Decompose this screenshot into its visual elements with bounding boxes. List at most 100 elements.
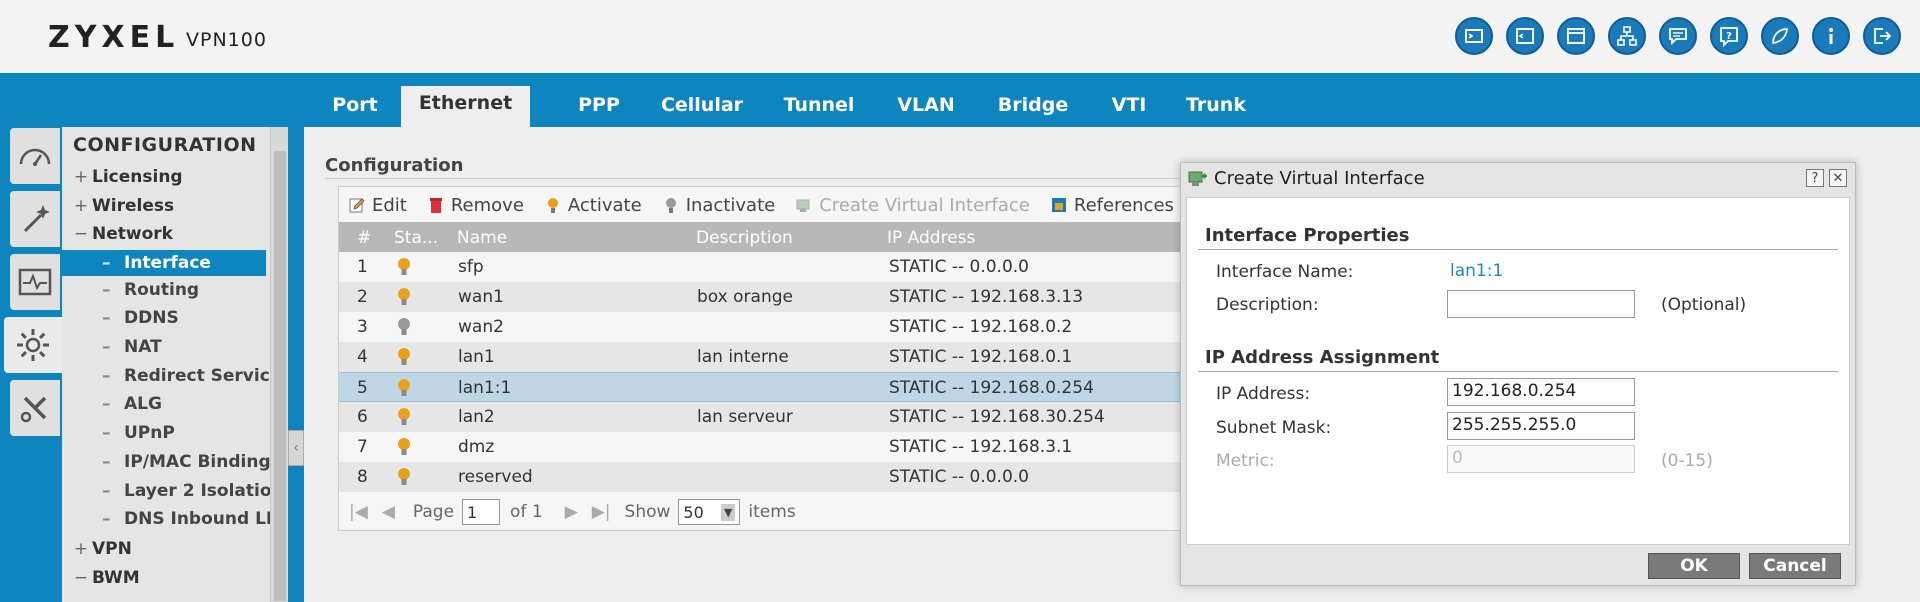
ip-address-label: IP Address: xyxy=(1216,384,1311,404)
section-divider xyxy=(1198,371,1838,372)
table-row[interactable]: 2 wan1 box orange STATIC -- 192.168.3.13 xyxy=(339,282,1188,312)
first-page-icon[interactable]: |◀ xyxy=(349,502,368,522)
metric-field[interactable]: 0 xyxy=(1447,445,1635,473)
bulb-off-icon xyxy=(398,318,410,335)
section-title: Configuration xyxy=(325,155,464,176)
tab-ppp[interactable]: PPP xyxy=(578,90,620,127)
section-divider xyxy=(325,178,1185,179)
chat-icon[interactable] xyxy=(1659,17,1697,55)
help-button[interactable]: ? xyxy=(1806,169,1824,187)
row-ip-address: STATIC -- 0.0.0.0 xyxy=(889,467,1029,487)
row-num: 2 xyxy=(357,287,368,307)
show-label: Show xyxy=(624,502,671,522)
collapse-panel-button[interactable]: ‹ xyxy=(288,430,304,466)
page-number-input[interactable]: 1 xyxy=(462,499,501,525)
optional-hint: (Optional) xyxy=(1661,295,1747,315)
chevron-down-icon: ▼ xyxy=(720,503,736,521)
configuration-icon[interactable] xyxy=(4,317,62,373)
nav-item-vpn[interactable]: + VPN xyxy=(70,536,132,562)
tab-port[interactable]: Port xyxy=(330,90,380,127)
col-name[interactable]: Name xyxy=(457,228,507,248)
close-button[interactable]: ✕ xyxy=(1829,169,1847,187)
dashboard-icon[interactable] xyxy=(10,128,60,184)
console-icon[interactable] xyxy=(1455,17,1493,55)
create-virtual-interface-button[interactable]: Create Virtual Interface xyxy=(795,195,1030,216)
maintenance-icon[interactable] xyxy=(10,380,60,436)
col-description[interactable]: Description xyxy=(696,228,793,248)
quick-setup-icon[interactable] xyxy=(10,191,60,247)
browser-icon[interactable] xyxy=(1557,17,1595,55)
network-topology-icon[interactable] xyxy=(1608,17,1646,55)
page-size-select[interactable]: 50 ▼ xyxy=(678,499,741,525)
prev-page-icon[interactable]: ◀ xyxy=(382,502,395,522)
pager: |◀ ◀ Page 1 of 1 ▶ ▶| Show 50 ▼ items xyxy=(339,497,796,527)
nav-item-licensing[interactable]: + Licensing xyxy=(70,164,183,190)
tab-vti[interactable]: VTI xyxy=(1112,90,1147,127)
row-ip-address: STATIC -- 192.168.0.254 xyxy=(889,378,1094,398)
col-ip-address[interactable]: IP Address xyxy=(887,228,975,248)
tab-vlan[interactable]: VLAN xyxy=(897,90,954,127)
nav-subitem-dns-inbound-lb[interactable]: – DNS Inbound LB xyxy=(62,506,279,532)
inactivate-button[interactable]: Inactivate xyxy=(662,195,775,216)
bulb-on-icon xyxy=(398,258,410,275)
panel-divider xyxy=(288,127,304,602)
ok-button[interactable]: OK xyxy=(1648,553,1740,579)
row-name: lan1 xyxy=(458,347,495,367)
tab-tunnel[interactable]: Tunnel xyxy=(784,90,855,127)
table-row[interactable]: 6 lan2 lan serveur STATIC -- 192.168.30.254 xyxy=(339,402,1188,432)
table-row[interactable]: 5 lan1:1 STATIC -- 192.168.0.254 xyxy=(339,372,1188,402)
connect-icon[interactable] xyxy=(1761,17,1799,55)
nav-subitem-interface[interactable]: – Interface xyxy=(62,250,266,276)
ip-address-field[interactable]: 192.168.0.254 xyxy=(1447,378,1635,406)
row-ip-address: STATIC -- 192.168.0.1 xyxy=(889,347,1073,367)
activate-button[interactable]: Activate xyxy=(544,195,642,216)
row-description: box orange xyxy=(697,287,793,307)
tab-trunk[interactable]: Trunk xyxy=(1186,90,1246,127)
monitor-icon[interactable] xyxy=(10,254,60,310)
nav-subitem-nat[interactable]: – NAT xyxy=(62,334,162,360)
table-row[interactable]: 3 wan2 STATIC -- 192.168.0.2 xyxy=(339,312,1188,342)
references-button[interactable]: References xyxy=(1050,195,1174,216)
info-icon[interactable] xyxy=(1812,17,1850,55)
trash-icon xyxy=(429,198,442,213)
nav-item-wireless[interactable]: + Wireless xyxy=(70,193,174,219)
cancel-button[interactable]: Cancel xyxy=(1749,553,1841,579)
nav-subitem-routing[interactable]: – Routing xyxy=(62,277,199,303)
row-num: 7 xyxy=(357,437,368,457)
bulb-on-icon xyxy=(398,408,410,425)
nav-item-network[interactable]: − Network xyxy=(70,221,173,247)
table-row[interactable]: 4 lan1 lan interne STATIC -- 192.168.0.1 xyxy=(339,342,1188,372)
description-field[interactable] xyxy=(1447,290,1635,318)
device-model: VPN100 xyxy=(186,29,267,51)
row-name: wan2 xyxy=(458,317,504,337)
remove-button[interactable]: Remove xyxy=(427,195,524,216)
help-icon[interactable]: ? xyxy=(1710,17,1748,55)
tab-bridge[interactable]: Bridge xyxy=(998,90,1068,127)
nav-subitem-ddns[interactable]: – DDNS xyxy=(62,305,179,331)
nav-subitem-upnp[interactable]: – UPnP xyxy=(62,420,175,446)
references-icon xyxy=(1051,198,1066,212)
logout-icon[interactable] xyxy=(1863,17,1901,55)
table-row[interactable]: 7 dmz STATIC -- 192.168.3.1 xyxy=(339,432,1188,462)
row-num: 8 xyxy=(357,467,368,487)
tab-ethernet[interactable]: Ethernet xyxy=(401,86,530,127)
tab-cellular[interactable]: Cellular xyxy=(661,90,743,127)
nav-subitem-layer2-isolation[interactable]: – Layer 2 Isolation xyxy=(62,478,284,504)
nav-subitem-redirect-service[interactable]: – Redirect Service xyxy=(62,363,281,389)
next-page-icon[interactable]: ▶ xyxy=(565,502,578,522)
col-num[interactable]: # xyxy=(357,228,371,248)
cli-icon[interactable] xyxy=(1506,17,1544,55)
subnet-mask-label: Subnet Mask: xyxy=(1216,418,1332,438)
row-ip-address: STATIC -- 192.168.3.13 xyxy=(889,287,1084,307)
subnet-mask-field[interactable]: 255.255.255.0 xyxy=(1447,412,1635,440)
col-status[interactable]: Sta... xyxy=(394,228,438,248)
table-row[interactable]: 1 sfp STATIC -- 0.0.0.0 xyxy=(339,252,1188,282)
edit-button[interactable]: Edit xyxy=(348,195,407,216)
last-page-icon[interactable]: ▶| xyxy=(592,502,611,522)
nav-subitem-ip-mac-binding[interactable]: – IP/MAC Binding xyxy=(62,449,271,475)
nav-scrollbar[interactable] xyxy=(270,127,288,602)
row-name: dmz xyxy=(458,437,495,457)
table-row[interactable]: 8 reserved STATIC -- 0.0.0.0 xyxy=(339,462,1188,492)
nav-item-bwm[interactable]: − BWM xyxy=(70,565,140,591)
nav-subitem-alg[interactable]: – ALG xyxy=(62,391,162,417)
